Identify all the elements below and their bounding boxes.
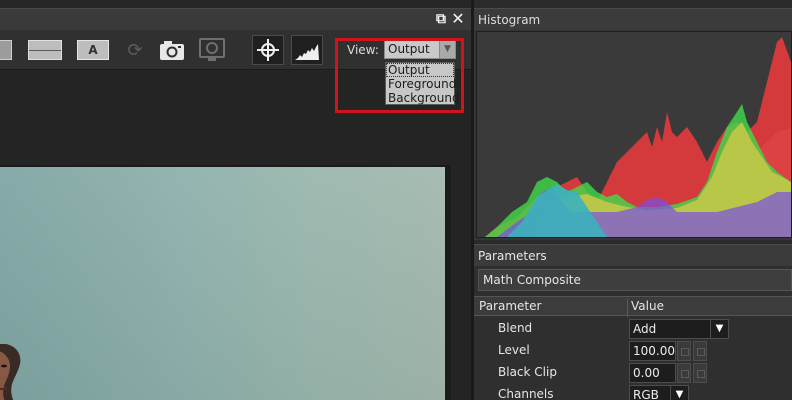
param-row-blend: Blend Add ▼ <box>474 318 792 340</box>
histogram-title: Histogram <box>474 8 792 30</box>
preview-image <box>0 167 445 400</box>
split-view-icon[interactable] <box>28 40 62 60</box>
text-label-icon[interactable]: A <box>77 40 109 60</box>
parameters-table-header: Parameter Value <box>474 296 792 317</box>
param-row-level: Level 100.00 <box>474 340 792 362</box>
portrait-face-image <box>0 344 21 400</box>
param-row-channels: Channels RGB ▼ <box>474 384 792 400</box>
effect-name-field: Math Composite <box>478 269 792 291</box>
param-label-level: Level <box>498 343 530 357</box>
black-clip-input[interactable]: 0.00 <box>629 363 676 383</box>
refresh-icon[interactable]: ⟳ <box>124 41 146 61</box>
compare-snapshot-icon[interactable] <box>199 38 225 62</box>
close-icon[interactable]: ✕ <box>450 11 466 27</box>
level-input[interactable]: 100.00 <box>629 341 676 361</box>
frame-icon[interactable] <box>0 40 12 60</box>
chevron-down-icon[interactable]: ▼ <box>670 386 688 400</box>
param-label-blend: Blend <box>498 321 533 335</box>
param-label-black-clip: Black Clip <box>498 365 557 379</box>
channels-value: RGB <box>633 388 659 400</box>
column-header-value: Value <box>627 299 664 317</box>
column-header-parameter: Parameter <box>479 299 542 313</box>
level-reset-icon[interactable] <box>693 341 707 361</box>
chevron-down-icon[interactable]: ▼ <box>710 320 728 338</box>
histogram-graph <box>476 31 792 238</box>
restore-window-icon[interactable]: ⧉ <box>433 11 449 27</box>
histogram-icon[interactable] <box>291 35 323 65</box>
parameters-title: Parameters <box>474 244 792 266</box>
blend-value: Add <box>633 322 657 336</box>
channels-combo[interactable]: RGB ▼ <box>629 385 689 400</box>
viewer-titlebar: ⧉ ✕ <box>0 8 471 30</box>
blend-combo[interactable]: Add ▼ <box>629 319 729 339</box>
highlight-annotation <box>335 38 464 113</box>
viewer-panel: ⧉ ✕ A ⟳ View: Output ▼ Output Foreground… <box>0 0 471 400</box>
parameters-panel: Parameters Math Composite Parameter Valu… <box>474 244 792 400</box>
param-row-black-clip: Black Clip 0.00 <box>474 362 792 384</box>
snapshot-camera-icon[interactable] <box>159 39 185 61</box>
black-clip-reset-icon[interactable] <box>693 363 707 383</box>
histogram-panel: Histogram <box>474 8 792 244</box>
level-stepper-icon[interactable] <box>677 341 691 361</box>
black-clip-stepper-icon[interactable] <box>677 363 691 383</box>
param-label-channels: Channels <box>498 387 554 400</box>
crosshair-target-icon[interactable] <box>252 35 284 65</box>
